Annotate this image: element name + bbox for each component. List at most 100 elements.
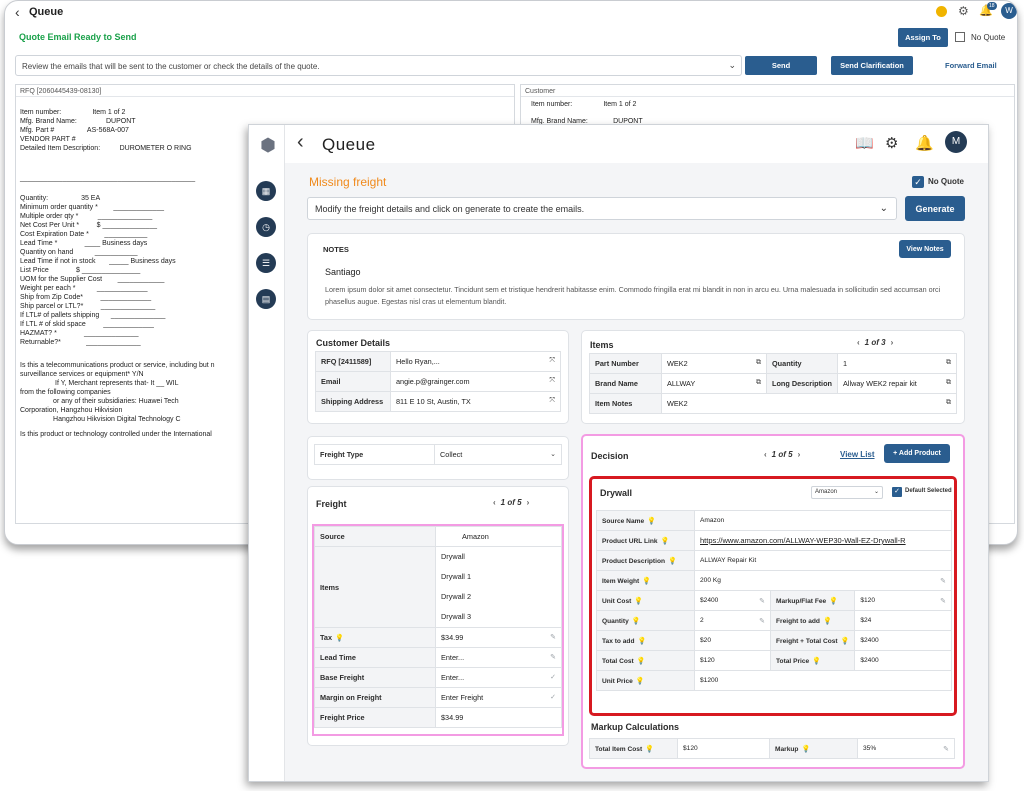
markup-fee-value[interactable]: $120 ✎	[854, 590, 952, 611]
table-row: Item Notes WEK2 ⧉	[589, 393, 957, 414]
modify-dropdown[interactable]: Modify the freight details and click on …	[307, 197, 897, 220]
expand-icon[interactable]: ⤧	[549, 397, 555, 405]
prev-arrow-icon[interactable]: ‹	[857, 338, 860, 347]
pencil-icon[interactable]: ✎	[943, 745, 949, 753]
copy-icon[interactable]: ⧉	[756, 359, 761, 367]
prev-arrow-icon[interactable]: ‹	[764, 450, 767, 459]
gear-icon[interactable]: ⚙	[958, 4, 969, 18]
product-title: Drywall	[600, 488, 633, 498]
no-quote-checkbox[interactable]: ✓	[912, 176, 924, 188]
email-value[interactable]: angie.p@grainger.com ⤧	[390, 371, 561, 392]
table-row: Item Weight 💡 200 Kg ✎	[596, 570, 952, 591]
rfq-detail-row: Cost Expiration Date * ___________	[20, 231, 148, 238]
gear-icon[interactable]: ⚙	[885, 134, 898, 152]
markup-value[interactable]: 35% ✎	[857, 738, 955, 759]
pencil-icon[interactable]: ✎	[550, 653, 556, 661]
add-product-button[interactable]: + Add Product	[884, 444, 950, 463]
copy-icon[interactable]: ⧉	[946, 379, 951, 387]
shipping-address-value[interactable]: 811 E 10 St, Austin, TX ⤧	[390, 391, 561, 412]
unit-cost-label-text: Unit Cost	[602, 597, 632, 605]
rfq-detail-row: ________________________________________…	[20, 175, 196, 182]
copy-icon[interactable]: ⧉	[946, 399, 951, 407]
assign-to-button[interactable]: Assign To	[898, 28, 948, 47]
long-description-value[interactable]: Allway WEK2 repair kit ⧉	[837, 373, 957, 394]
rfq-value-text: Hello Ryan,...	[396, 357, 440, 366]
clock-icon[interactable]: ◷	[256, 217, 276, 237]
source-select[interactable]: Amazon ⌄	[811, 486, 883, 499]
pencil-icon[interactable]: ✎	[550, 633, 556, 641]
bell-icon[interactable]: 🔔	[915, 134, 934, 152]
back-arrow-icon[interactable]: ‹	[15, 4, 20, 20]
next-arrow-icon[interactable]: ›	[891, 338, 894, 347]
bulb-icon: 💡	[636, 657, 646, 665]
pencil-icon[interactable]: ✎	[940, 577, 946, 585]
freight-table: Source Amazon Items Drywall Drywall 1 Dr…	[314, 526, 562, 728]
quantity-value[interactable]: 1 ⧉	[837, 353, 957, 374]
table-row: Total Item Cost 💡 $120 Markup 💡 35% ✎	[589, 738, 955, 759]
rfq-detail-row: If LTL# of pallets shipping ____________…	[20, 312, 166, 319]
product-description-value[interactable]: ALLWAY Repair Kit	[694, 550, 952, 571]
expand-icon[interactable]: ⤧	[549, 357, 555, 365]
pencil-icon[interactable]: ✎	[940, 597, 946, 605]
forward-email-link[interactable]: Forward Email	[945, 61, 997, 70]
product-description-label: Product Description 💡	[596, 550, 695, 571]
review-dropdown[interactable]: Review the emails that will be sent to t…	[15, 55, 742, 76]
source-value[interactable]: Amazon	[435, 526, 562, 547]
source-name-value[interactable]: Amazon	[694, 510, 952, 531]
front-window: ⬢ ▦ ◷ ☰ ▤ ‹ Queue 📖 ⚙ 🔔 M Missing freigh…	[248, 124, 989, 782]
send-button[interactable]: Send	[745, 56, 817, 75]
part-number-value[interactable]: WEK2 ⧉	[661, 353, 767, 374]
report-icon[interactable]: ▤	[256, 289, 276, 309]
base-freight-input[interactable]: Enter... ✓	[435, 667, 562, 688]
avatar[interactable]: M	[945, 131, 967, 153]
list-item[interactable]: Drywall 1	[436, 567, 561, 587]
customer-details-title: Customer Details	[316, 338, 391, 348]
pencil-icon[interactable]: ✎	[759, 597, 765, 605]
back-arrow-icon[interactable]: ‹	[297, 131, 304, 154]
generate-button[interactable]: Generate	[905, 196, 965, 221]
brand-name-value[interactable]: ALLWAY ⧉	[661, 373, 767, 394]
prev-arrow-icon[interactable]: ‹	[493, 498, 496, 507]
list-item[interactable]: Drywall 3	[436, 607, 561, 627]
tax-value[interactable]: $34.99 ✎	[435, 627, 562, 648]
item-weight-value[interactable]: 200 Kg ✎	[694, 570, 952, 591]
default-selected-checkbox[interactable]: ✓	[892, 487, 902, 497]
item-notes-value[interactable]: WEK2 ⧉	[661, 393, 957, 414]
next-arrow-icon[interactable]: ›	[527, 498, 530, 507]
lead-time-input[interactable]: Enter... ✎	[435, 647, 562, 668]
expand-icon[interactable]: ⤧	[549, 377, 555, 385]
product-url-link[interactable]: https://www.amazon.com/ALLWAY-WEP30-Wall…	[694, 530, 952, 551]
send-clarification-button[interactable]: Send Clarification	[831, 56, 913, 75]
rfq-detail-row: Item number: Item 1 of 2	[20, 109, 126, 116]
view-list-link[interactable]: View List	[840, 450, 875, 459]
next-arrow-icon[interactable]: ›	[798, 450, 801, 459]
avatar[interactable]: W	[1001, 3, 1017, 19]
brand-name-text: ALLWAY	[667, 379, 696, 388]
rfq-detail-row: Returnable?* ______________	[20, 339, 141, 346]
rfq-detail-row: Multiple order qty * ______________	[20, 213, 153, 220]
rfq-detail-row: Is this product or technology controlled…	[20, 431, 212, 438]
view-notes-button[interactable]: View Notes	[899, 240, 951, 258]
total-item-cost-label: Total Item Cost 💡	[589, 738, 678, 759]
book-icon[interactable]: 📖	[855, 134, 874, 152]
source-name-label: Source Name 💡	[596, 510, 695, 531]
markup-label-text: Markup	[775, 745, 799, 753]
unit-cost-value[interactable]: $2400 ✎	[694, 590, 771, 611]
check-icon[interactable]: ✓	[550, 693, 556, 701]
no-quote-checkbox[interactable]	[955, 32, 965, 42]
rfq-detail-row: HAZMAT? * ______________	[20, 330, 139, 337]
check-icon[interactable]: ✓	[550, 673, 556, 681]
bulb-icon: 💡	[631, 617, 641, 625]
copy-icon[interactable]: ⧉	[756, 379, 761, 387]
list-item[interactable]: Drywall	[436, 547, 561, 567]
margin-input[interactable]: Enter Freight ✓	[435, 687, 562, 708]
list-item[interactable]: Drywall 2	[436, 587, 561, 607]
freight-type-select[interactable]: Collect ⌄	[434, 444, 562, 465]
copy-icon[interactable]: ⧉	[946, 359, 951, 367]
pencil-icon[interactable]: ✎	[759, 617, 765, 625]
tax-to-add-value: $20	[694, 630, 771, 651]
dashboard-icon[interactable]: ▦	[256, 181, 276, 201]
rfq-value[interactable]: Hello Ryan,... ⤧	[390, 351, 561, 372]
list-icon[interactable]: ☰	[256, 253, 276, 273]
quantity-value[interactable]: 2 ✎	[694, 610, 771, 631]
